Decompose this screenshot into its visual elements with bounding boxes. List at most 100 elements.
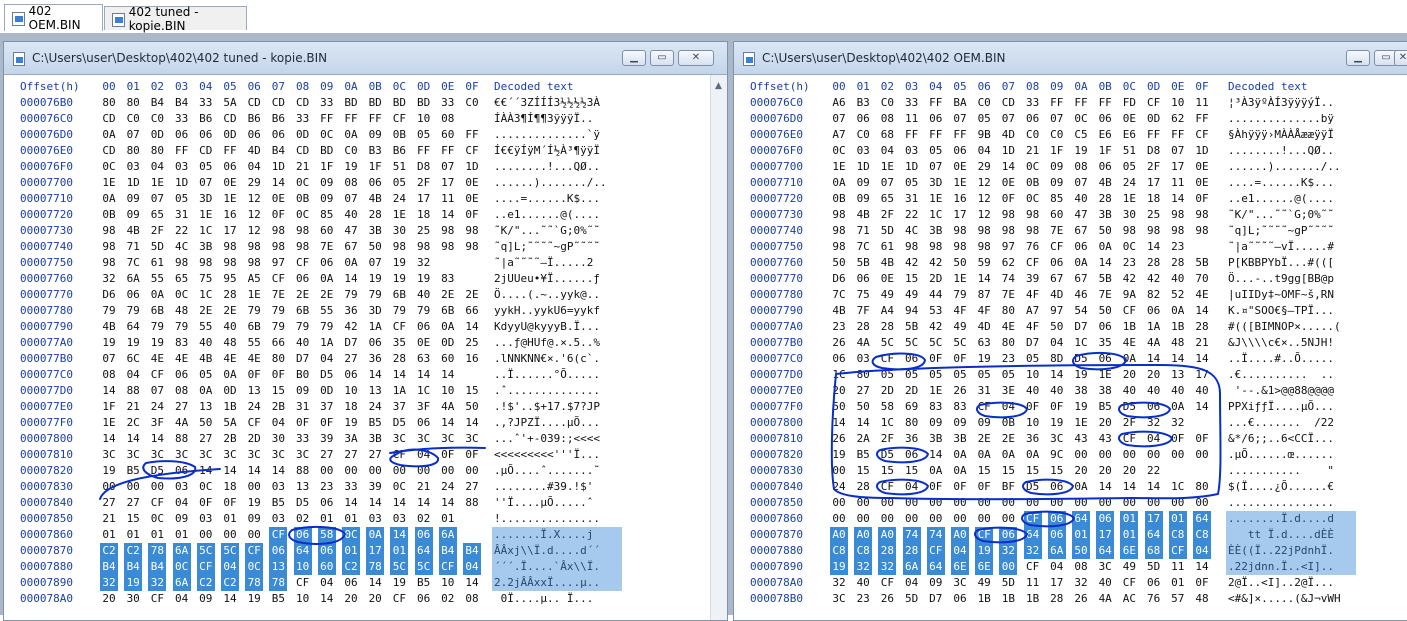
- hex-byte[interactable]: 04: [269, 415, 287, 431]
- hex-byte[interactable]: 4F: [951, 303, 969, 319]
- decoded-text[interactable]: ....=......K$...: [494, 191, 600, 207]
- hex-byte[interactable]: B3: [854, 95, 872, 111]
- hex-byte[interactable]: 24: [366, 399, 384, 415]
- hex-byte[interactable]: A7: [1024, 303, 1042, 319]
- hex-byte[interactable]: 07: [342, 191, 360, 207]
- hex-byte[interactable]: D7: [1024, 335, 1042, 351]
- hex-byte[interactable]: 61: [148, 255, 166, 271]
- hex-byte[interactable]: 79: [245, 303, 263, 319]
- hex-byte[interactable]: FF: [903, 127, 921, 143]
- hex-byte[interactable]: 33: [294, 111, 312, 127]
- hex-byte[interactable]: 29: [245, 175, 263, 191]
- hex-byte[interactable]: 14: [366, 495, 384, 511]
- hex-byte[interactable]: 00: [903, 511, 921, 527]
- hex-byte[interactable]: 6A: [172, 575, 191, 591]
- decoded-text[interactable]: ........#39.!$': [494, 479, 593, 495]
- hex-byte[interactable]: 7C: [854, 239, 872, 255]
- hex-byte[interactable]: 20: [1120, 367, 1138, 383]
- hex-byte[interactable]: 14: [1193, 351, 1211, 367]
- hex-byte[interactable]: 85: [1048, 191, 1066, 207]
- hex-byte[interactable]: 14: [463, 575, 481, 591]
- hex-byte[interactable]: 40: [1072, 191, 1090, 207]
- hex-byte[interactable]: 98: [245, 255, 263, 271]
- hex-byte[interactable]: 15: [1024, 463, 1042, 479]
- hex-byte[interactable]: 60: [318, 223, 336, 239]
- hex-byte[interactable]: 35: [1096, 335, 1114, 351]
- window-title-bar[interactable]: C:\Users\user\Desktop\402\402 OEM.BIN ▁ …: [734, 42, 1407, 75]
- hex-byte[interactable]: 14: [415, 495, 433, 511]
- hex-byte[interactable]: 0E: [999, 175, 1017, 191]
- hex-byte[interactable]: 1B: [1120, 319, 1138, 335]
- hex-byte[interactable]: 4D: [245, 143, 263, 159]
- hex-byte[interactable]: 51: [390, 159, 408, 175]
- hex-byte[interactable]: 4E: [245, 351, 263, 367]
- hex-byte[interactable]: 1E: [100, 175, 118, 191]
- hex-byte[interactable]: 06: [269, 543, 288, 559]
- hex-byte[interactable]: 2D: [245, 431, 263, 447]
- hex-byte[interactable]: FF: [439, 143, 457, 159]
- hex-byte[interactable]: 14: [1145, 351, 1163, 367]
- hex-byte[interactable]: 35: [390, 335, 408, 351]
- hex-byte[interactable]: 19: [1072, 367, 1090, 383]
- hex-byte[interactable]: 00: [221, 527, 239, 543]
- hex-byte[interactable]: CF: [1120, 575, 1138, 591]
- hex-byte[interactable]: 0A: [342, 127, 360, 143]
- hex-byte[interactable]: 4E: [221, 351, 239, 367]
- hex-byte[interactable]: 63: [975, 335, 993, 351]
- hex-byte[interactable]: 21: [1024, 143, 1042, 159]
- hex-byte[interactable]: 5D: [1145, 559, 1163, 575]
- hex-byte[interactable]: 05: [975, 111, 993, 127]
- hex-byte[interactable]: 7E: [1096, 287, 1114, 303]
- hex-byte[interactable]: 06: [245, 127, 263, 143]
- hex-byte[interactable]: 18: [1145, 191, 1163, 207]
- hex-byte[interactable]: 74: [926, 527, 945, 543]
- hex-byte[interactable]: 00: [1169, 495, 1187, 511]
- hex-byte[interactable]: 14: [1193, 559, 1211, 575]
- hex-byte[interactable]: 06: [366, 175, 384, 191]
- hex-byte[interactable]: 60: [1048, 207, 1066, 223]
- hex-byte[interactable]: 26: [951, 383, 969, 399]
- hex-byte[interactable]: FF: [951, 127, 969, 143]
- hex-byte[interactable]: 85: [318, 207, 336, 223]
- hex-byte[interactable]: 17: [1145, 175, 1163, 191]
- hex-byte[interactable]: 00: [830, 463, 848, 479]
- decoded-text[interactable]: PPXiƒƒÏ....µÕ...: [1228, 399, 1334, 415]
- hex-byte[interactable]: 98: [245, 239, 263, 255]
- hex-byte[interactable]: C2: [221, 575, 239, 591]
- hex-byte[interactable]: 0F: [439, 447, 457, 463]
- hex-byte[interactable]: 09: [854, 175, 872, 191]
- hex-byte[interactable]: 14: [269, 463, 287, 479]
- hex-byte[interactable]: 50: [830, 399, 848, 415]
- hex-byte[interactable]: CF: [1120, 431, 1138, 447]
- hex-byte[interactable]: 01: [390, 543, 409, 559]
- hex-byte[interactable]: 0A: [197, 383, 215, 399]
- hex-byte[interactable]: 05: [999, 367, 1017, 383]
- hex-byte[interactable]: 4E: [148, 351, 166, 367]
- hex-byte[interactable]: 98: [1169, 207, 1187, 223]
- hex-byte[interactable]: 13: [269, 559, 288, 575]
- hex-byte[interactable]: 67: [1072, 223, 1090, 239]
- hex-byte[interactable]: 14: [830, 415, 848, 431]
- hex-byte[interactable]: CF: [196, 559, 215, 575]
- hex-byte[interactable]: B3: [366, 143, 384, 159]
- hex-byte[interactable]: CD: [221, 111, 239, 127]
- hex-byte[interactable]: D5: [318, 367, 336, 383]
- hex-byte[interactable]: 3C: [415, 431, 433, 447]
- hex-byte[interactable]: 02: [415, 511, 433, 527]
- hex-byte[interactable]: 80: [999, 335, 1017, 351]
- hex-byte[interactable]: 55: [197, 319, 215, 335]
- hex-byte[interactable]: 28: [1145, 255, 1163, 271]
- hex-byte[interactable]: 98: [1193, 207, 1211, 223]
- hex-byte[interactable]: CF: [1048, 239, 1066, 255]
- hex-byte[interactable]: 17: [1144, 511, 1163, 527]
- hex-byte[interactable]: 0F: [294, 415, 312, 431]
- hex-byte[interactable]: 19: [975, 351, 993, 367]
- hex-byte[interactable]: 04: [124, 367, 142, 383]
- hex-byte[interactable]: 05: [927, 143, 945, 159]
- hex-byte[interactable]: 1F: [318, 159, 336, 175]
- hex-byte[interactable]: 64: [124, 319, 142, 335]
- hex-byte[interactable]: 2E: [999, 431, 1017, 447]
- hex-byte[interactable]: 18: [415, 207, 433, 223]
- hex-byte[interactable]: 65: [148, 207, 166, 223]
- hex-byte[interactable]: 22: [173, 223, 191, 239]
